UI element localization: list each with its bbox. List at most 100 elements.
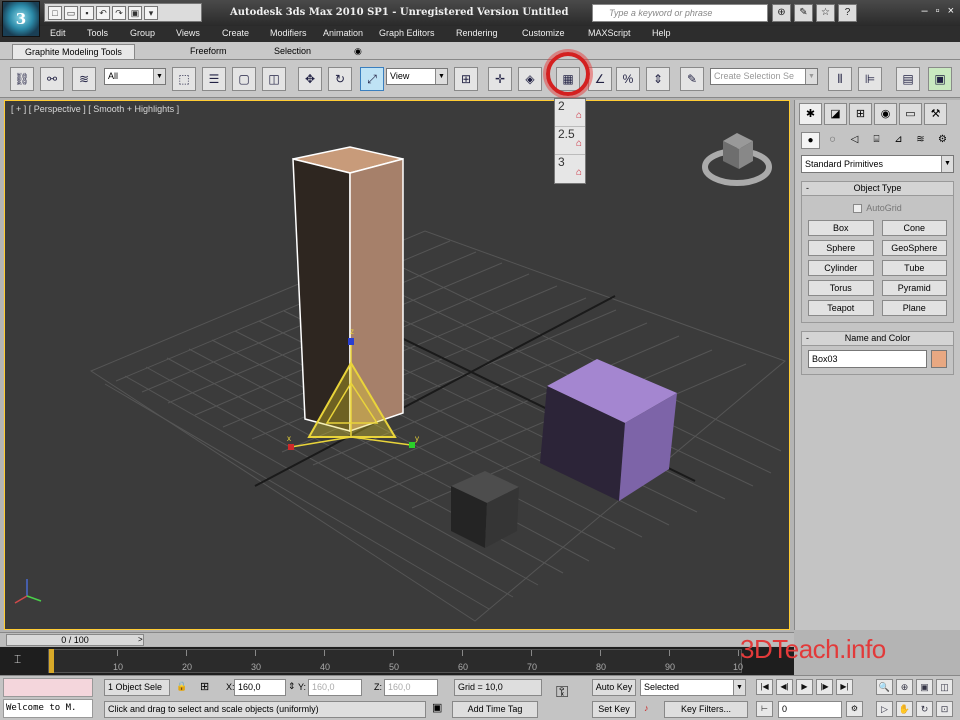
close-icon[interactable]: ×	[948, 5, 954, 17]
helpers-icon[interactable]: ⊿	[889, 132, 908, 149]
go-to-start-icon[interactable]: |◀	[756, 679, 773, 695]
new-icon[interactable]: □	[48, 5, 62, 20]
project-icon[interactable]: ▣	[128, 5, 142, 20]
spinner-snap-icon[interactable]: ⇕	[646, 67, 670, 91]
edit-named-selection-icon[interactable]: ✎	[680, 67, 704, 91]
zoom-extents-all-icon[interactable]: ◫	[936, 679, 953, 695]
plane-button[interactable]: Plane	[881, 300, 947, 316]
tab-freeform[interactable]: Freeform	[178, 44, 239, 59]
go-to-end-icon[interactable]: ▶|	[836, 679, 853, 695]
absolute-mode-icon[interactable]: ⊞	[200, 680, 209, 693]
search-input[interactable]: Type a keyword or phrase	[592, 4, 768, 22]
key-tangent-icon[interactable]: ♪	[644, 703, 649, 713]
maxscript-mini-listener[interactable]: Welcome to M.	[3, 699, 93, 718]
chevron-down-icon[interactable]: ▾	[144, 5, 158, 20]
restore-icon[interactable]: ▫	[936, 5, 940, 17]
x-coordinate-field[interactable]: 160,0	[234, 679, 286, 696]
key-mode-toggle-icon[interactable]: ⊢	[756, 701, 773, 717]
modify-tab-icon[interactable]: ◪	[824, 103, 847, 125]
save-icon[interactable]: ▪	[80, 5, 94, 20]
play-icon[interactable]: ▶	[796, 679, 813, 695]
hierarchy-tab-icon[interactable]: ⊞	[849, 103, 872, 125]
autogrid-checkbox[interactable]: AutoGrid	[808, 200, 947, 216]
cylinder-button[interactable]: Cylinder	[808, 260, 874, 276]
pyramid-button[interactable]: Pyramid	[881, 280, 947, 296]
box-button[interactable]: Box	[808, 220, 874, 236]
menu-animation[interactable]: Animation	[323, 28, 363, 38]
app-logo-icon[interactable]: 3	[2, 1, 40, 37]
menu-views[interactable]: Views	[176, 28, 200, 38]
menu-rendering[interactable]: Rendering	[456, 28, 498, 38]
viewcube-icon[interactable]	[702, 133, 772, 186]
graphite-toggle-icon[interactable]: ▣	[928, 67, 952, 91]
name-color-rollout-header[interactable]: - Name and Color	[801, 331, 954, 346]
binoculars-icon[interactable]: ⊕	[772, 4, 791, 22]
zoom-extents-icon[interactable]: ▣	[916, 679, 933, 695]
menu-maxscript[interactable]: MAXScript	[588, 28, 631, 38]
flyout-item-25d-snap[interactable]: 2.5 ⌂	[555, 127, 585, 155]
curve-editor-icon[interactable]: ⌶	[14, 652, 32, 668]
maximize-viewport-icon[interactable]: ⊡	[936, 701, 953, 717]
viewport-label[interactable]: [ + ] [ Perspective ] [ Smooth + Highlig…	[11, 104, 179, 114]
cameras-icon[interactable]: ⌸	[867, 132, 886, 149]
lock-icon[interactable]: 🔒	[176, 681, 187, 692]
tab-selection[interactable]: Selection	[262, 44, 323, 59]
shapes-icon[interactable]: ◌	[823, 132, 842, 149]
bind-space-warp-icon[interactable]: ≋	[72, 67, 96, 91]
space-warps-icon[interactable]: ≋	[911, 132, 930, 149]
window-crossing-icon[interactable]: ◫	[262, 67, 286, 91]
auto-key-button[interactable]: Auto Key	[592, 679, 636, 696]
next-frame-icon[interactable]: |▶	[816, 679, 833, 695]
tube-button[interactable]: Tube	[881, 260, 947, 276]
select-link-icon[interactable]: ⛓	[10, 67, 34, 91]
teapot-button[interactable]: Teapot	[808, 300, 874, 316]
object-type-rollout-header[interactable]: - Object Type	[801, 181, 954, 196]
help-icon[interactable]: ?	[838, 4, 857, 22]
create-tab-icon[interactable]: ✱	[799, 103, 822, 125]
zoom-all-icon[interactable]: ⊕	[896, 679, 913, 695]
layer-manager-icon[interactable]: ▤	[896, 67, 920, 91]
menu-modifiers[interactable]: Modifiers	[270, 28, 307, 38]
unlink-icon[interactable]: ⚯	[40, 67, 64, 91]
named-selection-set-dropdown[interactable]: Create Selection Se ▼	[710, 68, 818, 85]
menu-help[interactable]: Help	[652, 28, 671, 38]
flyout-item-2d-snap[interactable]: 2 ⌂	[555, 99, 585, 127]
z-coordinate-field[interactable]: 160,0	[384, 679, 438, 696]
time-configuration-icon[interactable]: ⚙	[846, 701, 863, 717]
torus-button[interactable]: Torus	[808, 280, 874, 296]
redo-icon[interactable]: ↷	[112, 5, 126, 20]
add-time-tag-button[interactable]: Add Time Tag	[452, 701, 538, 718]
move-icon[interactable]: ✥	[298, 67, 322, 91]
menu-create[interactable]: Create	[222, 28, 249, 38]
geometry-icon[interactable]: ●	[801, 132, 820, 149]
lights-icon[interactable]: ◁	[845, 132, 864, 149]
percent-snap-icon[interactable]: %	[616, 67, 640, 91]
menu-group[interactable]: Group	[130, 28, 155, 38]
field-of-view-icon[interactable]: ▷	[876, 701, 893, 717]
align-icon[interactable]: ⊫	[858, 67, 882, 91]
current-frame-field[interactable]: 0	[778, 701, 842, 718]
select-object-icon[interactable]: ⬚	[172, 67, 196, 91]
select-by-name-icon[interactable]: ☰	[202, 67, 226, 91]
ribbon-toggle-icon[interactable]: ◉	[350, 44, 366, 59]
display-tab-icon[interactable]: ▭	[899, 103, 922, 125]
y-coordinate-field[interactable]: 160,0	[308, 679, 362, 696]
menu-graph-editors[interactable]: Graph Editors	[379, 28, 435, 38]
time-slider-thumb[interactable]: 0 / 100	[6, 634, 144, 646]
open-icon[interactable]: ▭	[64, 5, 78, 20]
previous-frame-icon[interactable]: ◀|	[776, 679, 793, 695]
time-next-button[interactable]: >	[138, 634, 148, 646]
object-color-swatch[interactable]	[931, 350, 947, 368]
cone-button[interactable]: Cone	[881, 220, 947, 236]
key-filters-button[interactable]: Key Filters...	[664, 701, 748, 718]
undo-icon[interactable]: ↶	[96, 5, 110, 20]
tab-graphite-modeling-tools[interactable]: Graphite Modeling Tools	[12, 44, 135, 59]
orbit-icon[interactable]: ↻	[916, 701, 933, 717]
maxscript-listener-output[interactable]	[3, 678, 93, 697]
utilities-tab-icon[interactable]: ⚒	[924, 103, 947, 125]
mirror-icon[interactable]: ⫴	[828, 67, 852, 91]
favorites-icon[interactable]: ☆	[816, 4, 835, 22]
geosphere-button[interactable]: GeoSphere	[881, 240, 947, 256]
angle-snap-icon[interactable]: ∠	[588, 67, 612, 91]
reference-coordinate-dropdown[interactable]: View ▼	[386, 68, 448, 85]
